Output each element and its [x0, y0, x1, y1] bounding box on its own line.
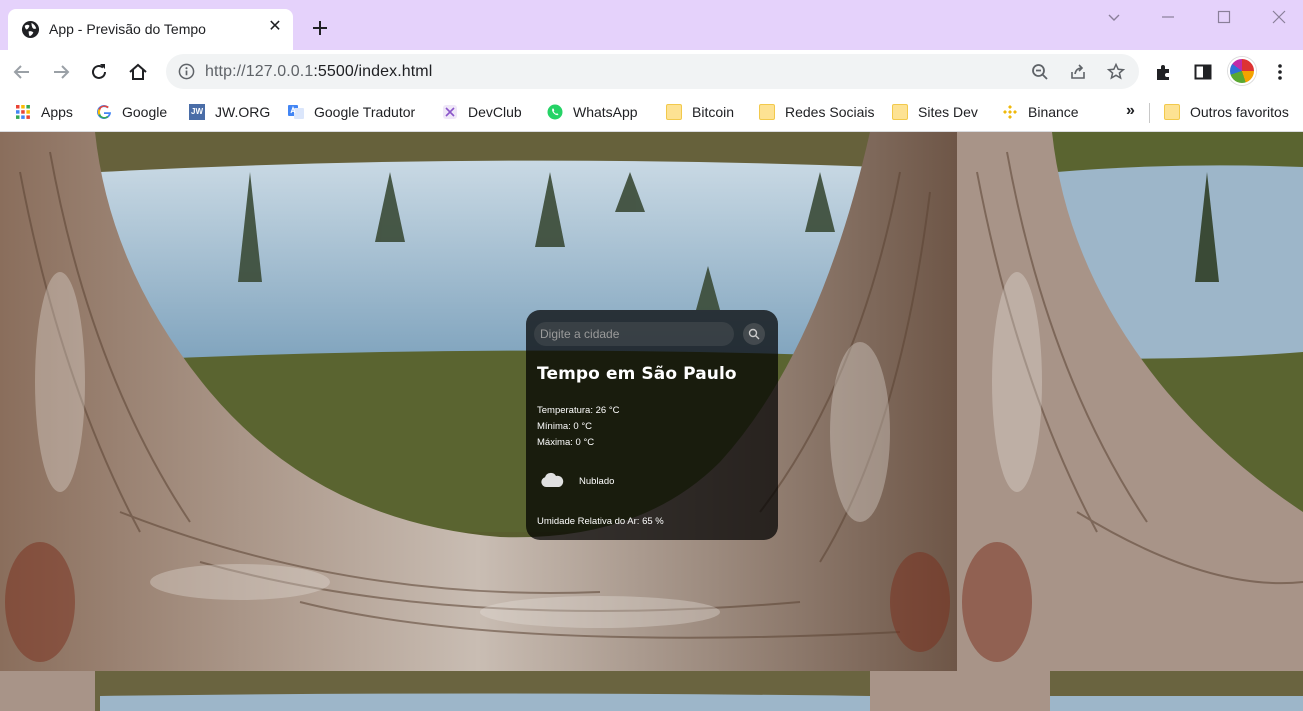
bookmark-label: DevClub [468, 104, 522, 120]
background-image [0, 132, 957, 671]
browser-toolbar: http://127.0.0.1:5500/index.html [0, 50, 1303, 94]
search-button[interactable] [743, 323, 765, 345]
max-temperature-text: Máxima: 0 °C [537, 437, 595, 448]
bookmark-google-tradutor[interactable]: Google Tradutor [288, 101, 415, 123]
side-panel-icon[interactable] [1192, 61, 1214, 83]
temperature-text: Temperatura: 26 °C [537, 405, 620, 416]
home-icon[interactable] [127, 61, 149, 83]
globe-icon [21, 20, 40, 39]
tab-search-chevron-icon[interactable] [1104, 7, 1124, 27]
url-text[interactable]: http://127.0.0.1:5500/index.html [205, 63, 432, 81]
bookmark-devclub[interactable]: DevClub [442, 101, 522, 123]
reload-icon[interactable] [88, 61, 110, 83]
bookmark-google[interactable]: Google [96, 101, 167, 123]
menu-kebab-icon[interactable] [1269, 61, 1291, 83]
forward-arrow-icon[interactable] [50, 61, 72, 83]
city-search-input[interactable] [534, 322, 734, 346]
apps-grid-icon [16, 105, 30, 119]
browser-tab[interactable]: App - Previsão do Tempo ✕ [8, 9, 293, 50]
bookmark-label: Sites Dev [918, 104, 978, 120]
bookmark-label: WhatsApp [573, 104, 638, 120]
min-temperature-text: Mínima: 0 °C [537, 421, 593, 432]
zoom-icon[interactable] [1030, 62, 1050, 82]
tab-title: App - Previsão do Tempo [49, 21, 206, 37]
bookmark-label: Binance [1028, 104, 1079, 120]
translate-icon [288, 105, 304, 119]
google-icon [97, 104, 111, 119]
folder-icon [892, 104, 908, 120]
new-tab-plus-icon[interactable] [310, 18, 330, 38]
bookmark-label: Google [122, 104, 168, 120]
whatsapp-icon [547, 104, 563, 120]
bookmark-apps[interactable]: Apps [15, 101, 73, 123]
tab-close-icon[interactable]: ✕ [266, 17, 284, 37]
bookmark-whatsapp[interactable]: WhatsApp [547, 101, 638, 123]
jw-icon: JW [189, 104, 205, 120]
back-arrow-icon[interactable] [11, 61, 33, 83]
weather-card: Tempo em São Paulo Temperatura: 26 °C Mí… [526, 310, 778, 540]
background-image-repeat-bottom [0, 671, 1303, 711]
folder-icon [1164, 104, 1180, 120]
folder-icon [666, 104, 682, 120]
bookmark-label: Google Tradutor [314, 104, 416, 120]
close-window-icon[interactable] [1269, 7, 1289, 27]
weather-description: Nublado [579, 476, 615, 487]
city-title: Tempo em São Paulo [537, 364, 737, 384]
bookmark-star-icon[interactable] [1106, 62, 1126, 82]
more-bookmarks-chevron-icon[interactable]: » [1126, 102, 1135, 120]
bookmark-sites-dev[interactable]: Sites Dev [892, 101, 978, 123]
background-image-repeat [957, 132, 1303, 671]
devclub-icon [443, 105, 457, 119]
tab-strip: App - Previsão do Tempo ✕ [0, 0, 1303, 50]
search-icon [748, 328, 760, 340]
cloud-icon [541, 472, 564, 487]
url-host: http://127.0.0.1 [205, 63, 314, 80]
url-path: :5500/index.html [313, 63, 433, 80]
bookmarks-divider [1149, 103, 1150, 123]
bookmark-label: Redes Sociais [785, 104, 875, 120]
bookmark-redes-sociais[interactable]: Redes Sociais [759, 101, 875, 123]
bookmarks-bar: Apps Google JW JW.ORG Google Tradutor De… [0, 94, 1303, 132]
profile-avatar[interactable] [1228, 57, 1256, 85]
bookmark-label: Bitcoin [692, 104, 735, 120]
folder-icon [759, 104, 775, 120]
bookmark-label: Apps [41, 104, 73, 120]
bookmark-label: JW.ORG [215, 104, 271, 120]
extensions-puzzle-icon[interactable] [1153, 61, 1175, 83]
info-icon[interactable] [178, 63, 195, 80]
search-row [534, 322, 770, 346]
bookmark-outros-favoritos[interactable]: Outros favoritos [1164, 101, 1289, 123]
humidity-text: Umidade Relativa do Ar: 65 % [537, 516, 664, 527]
bookmark-jw-org[interactable]: JW JW.ORG [189, 101, 270, 123]
bookmark-binance[interactable]: Binance [1002, 101, 1079, 123]
bookmark-label: Outros favoritos [1190, 104, 1289, 120]
page-viewport: Tempo em São Paulo Temperatura: 26 °C Mí… [0, 132, 1303, 711]
maximize-icon[interactable] [1214, 7, 1234, 27]
binance-icon [1003, 105, 1017, 119]
minimize-icon[interactable] [1158, 7, 1178, 27]
bookmark-bitcoin[interactable]: Bitcoin [666, 101, 734, 123]
share-icon[interactable] [1068, 62, 1088, 82]
address-bar[interactable]: http://127.0.0.1:5500/index.html [166, 54, 1139, 89]
